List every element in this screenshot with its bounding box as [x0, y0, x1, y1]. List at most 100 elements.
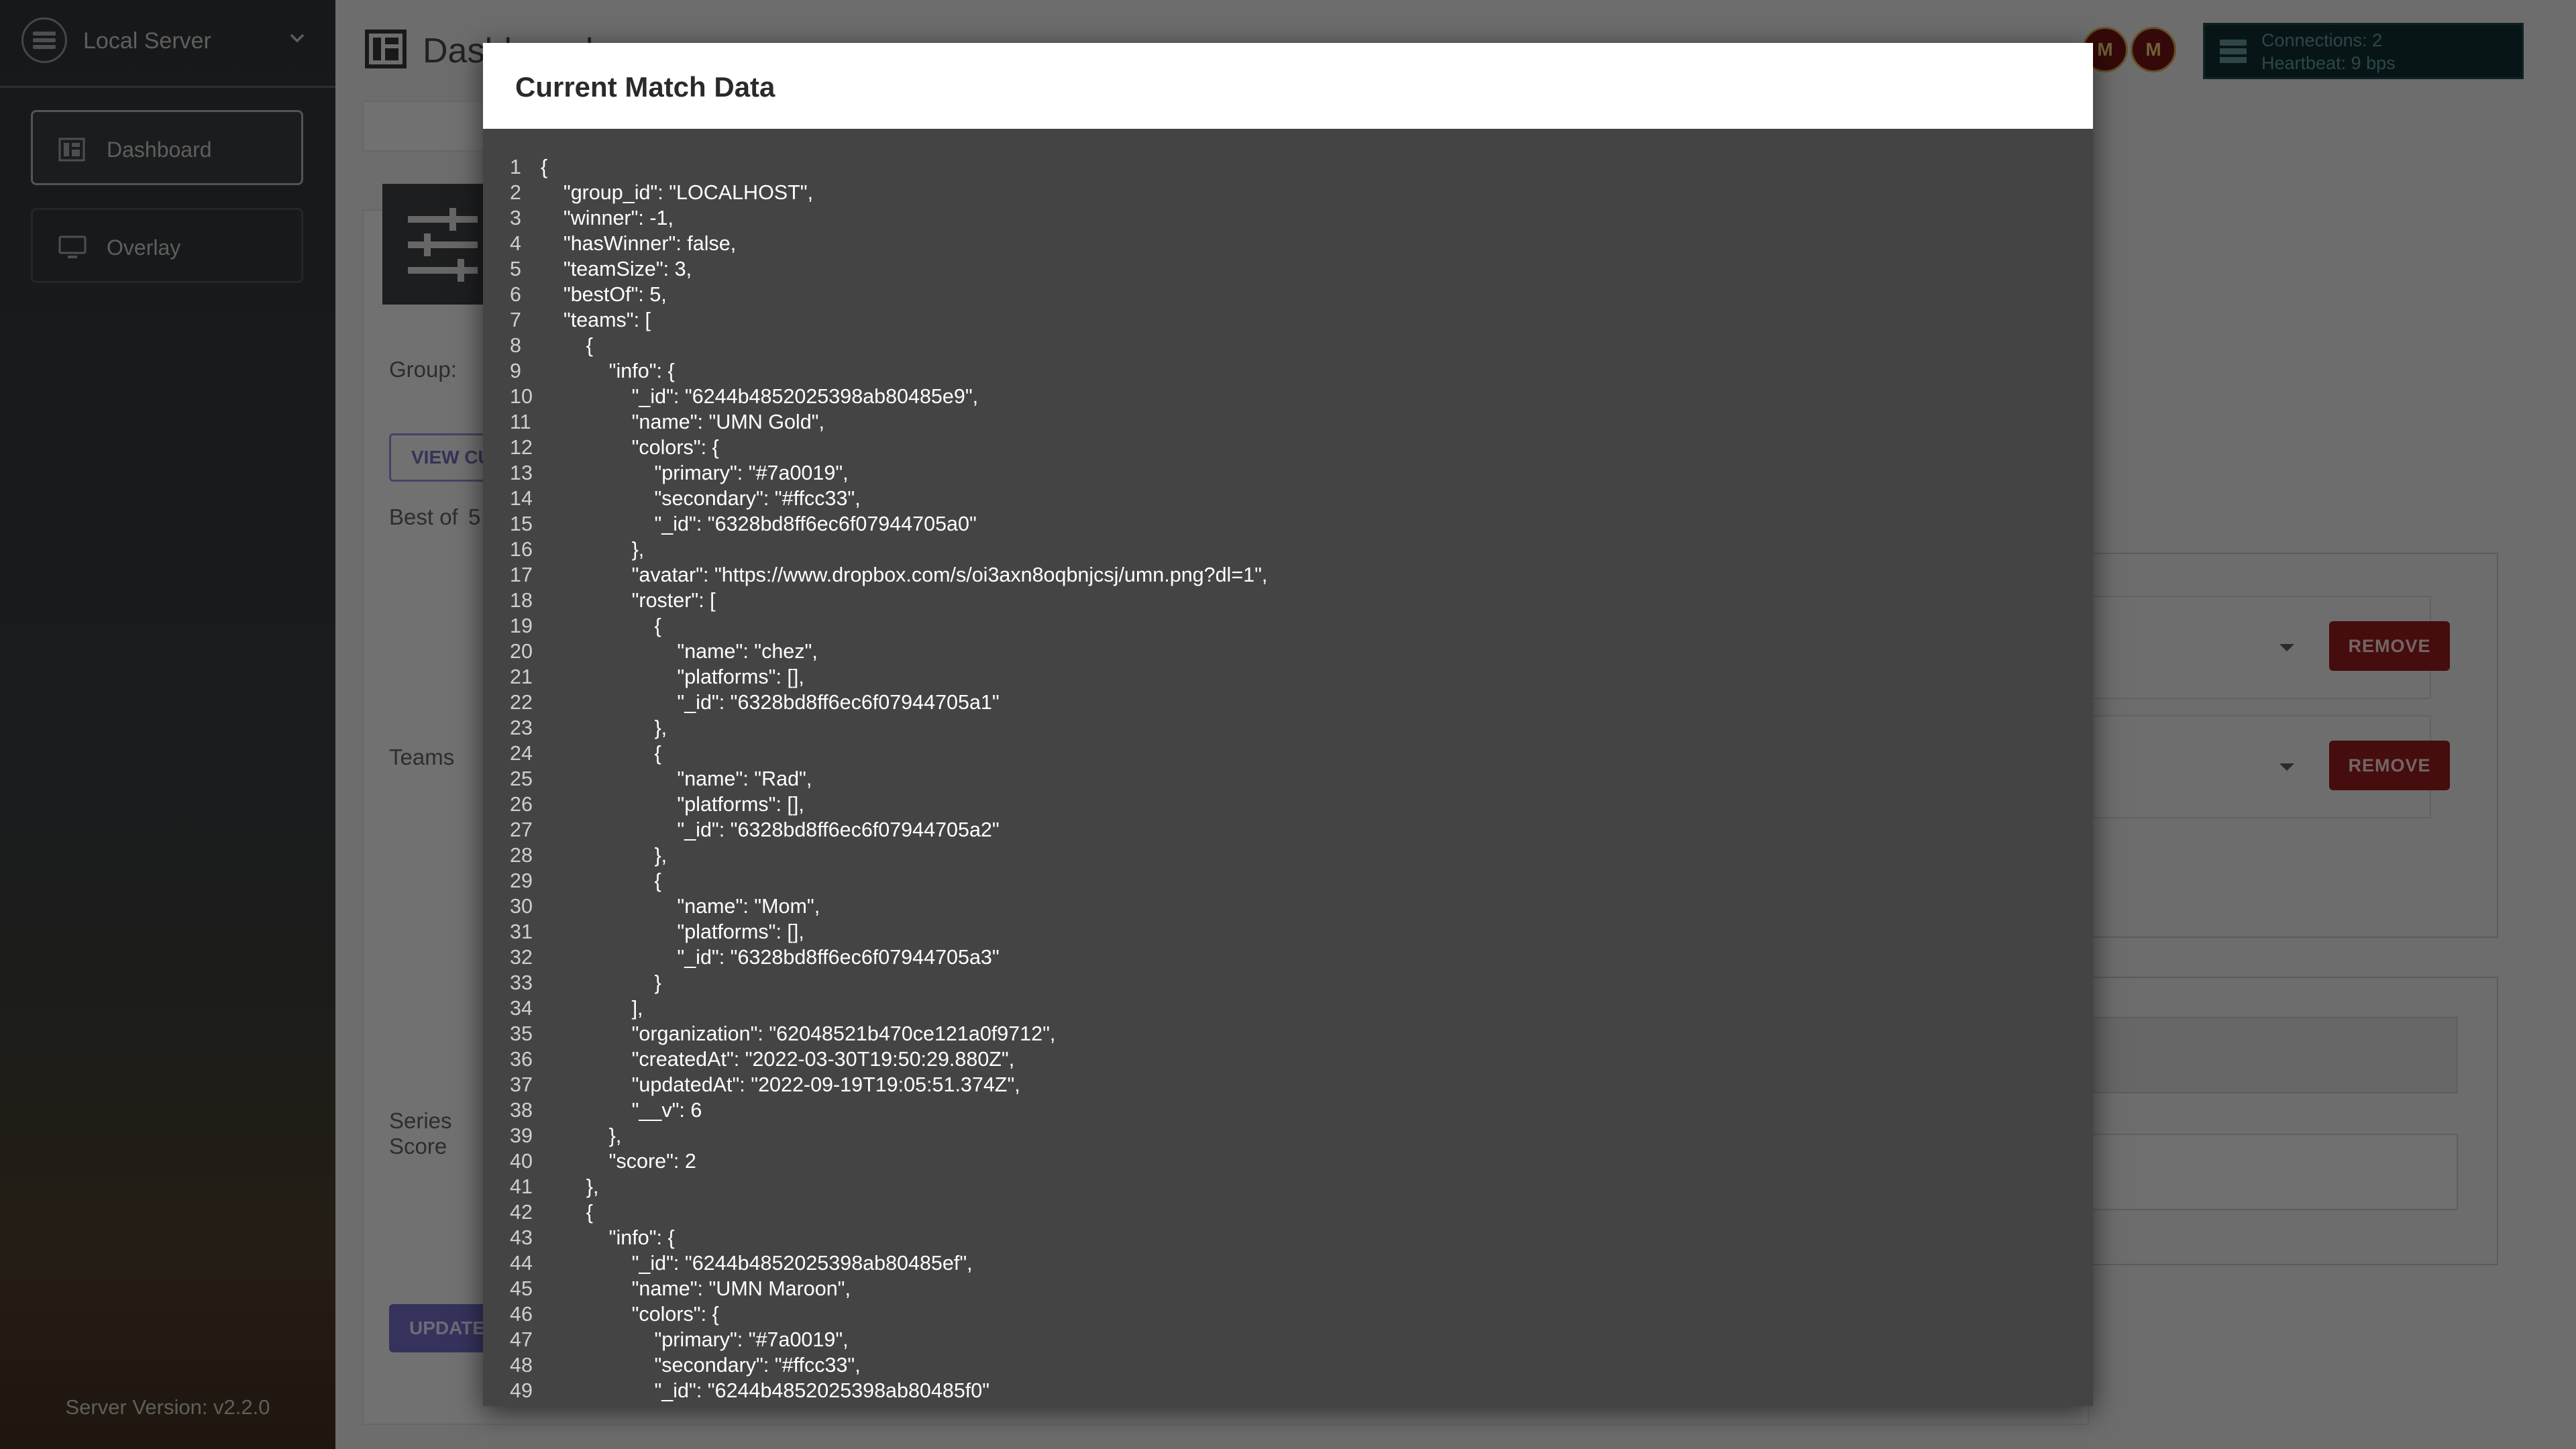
code-text: "_id": "6328bd8ff6ec6f07944705a1"	[541, 691, 1000, 714]
code-text: "primary": "#7a0019",	[541, 1328, 849, 1351]
code-line: 44 "_id": "6244b4852025398ab80485ef",	[483, 1250, 2093, 1276]
code-line: 11 "name": "UMN Gold",	[483, 409, 2093, 435]
line-number: 25	[510, 767, 533, 790]
code-line: 6 "bestOf": 5,	[483, 282, 2093, 307]
code-text: "createdAt": "2022-03-30T19:50:29.880Z",	[541, 1048, 1015, 1071]
code-line: 10 "_id": "6244b4852025398ab80485e9",	[483, 384, 2093, 409]
code-text: {	[541, 334, 593, 357]
code-line: 16 },	[483, 537, 2093, 562]
code-line: 24 {	[483, 741, 2093, 766]
code-text: {	[541, 869, 661, 892]
code-line: 17 "avatar": "https://www.dropbox.com/s/…	[483, 562, 2093, 588]
line-number: 35	[510, 1022, 533, 1045]
code-line: 42 {	[483, 1199, 2093, 1225]
code-line: 25 "name": "Rad",	[483, 766, 2093, 792]
code-line: 48 "secondary": "#ffcc33",	[483, 1352, 2093, 1378]
code-text: }	[541, 971, 661, 994]
line-number: 27	[510, 818, 533, 841]
code-line: 33 }	[483, 970, 2093, 996]
match-data-dialog: Current Match Data 1{2 "group_id": "LOCA…	[483, 43, 2093, 1406]
code-text: "platforms": [],	[541, 665, 804, 688]
code-line: 3 "winner": -1,	[483, 205, 2093, 231]
line-number: 14	[510, 487, 533, 510]
code-text: "teamSize": 3,	[541, 258, 692, 280]
code-line: 28 },	[483, 843, 2093, 868]
line-number: 5	[510, 258, 521, 280]
code-text: "_id": "6244b4852025398ab80485f0"	[541, 1379, 990, 1402]
code-line: 29 {	[483, 868, 2093, 894]
code-line: 5 "teamSize": 3,	[483, 256, 2093, 282]
code-text: },	[541, 716, 667, 739]
line-number: 6	[510, 283, 521, 306]
line-number: 7	[510, 309, 521, 331]
code-line: 14 "secondary": "#ffcc33",	[483, 486, 2093, 511]
line-number: 20	[510, 640, 533, 663]
line-number: 40	[510, 1150, 533, 1173]
code-text: "secondary": "#ffcc33",	[541, 487, 861, 510]
line-number: 24	[510, 742, 533, 765]
line-number: 30	[510, 895, 533, 918]
line-number: 26	[510, 793, 533, 816]
code-text: "colors": {	[541, 436, 719, 459]
code-text: "name": "UMN Gold",	[541, 411, 824, 433]
line-number: 42	[510, 1201, 533, 1224]
line-number: 8	[510, 334, 521, 357]
code-text: },	[541, 1124, 622, 1147]
code-text: "_id": "6244b4852025398ab80485ef",	[541, 1252, 973, 1275]
code-text: ],	[541, 997, 643, 1020]
code-text: "winner": -1,	[541, 207, 674, 229]
code-text: "organization": "62048521b470ce121a0f971…	[541, 1022, 1056, 1045]
code-line: 19 {	[483, 613, 2093, 639]
code-text: {	[541, 614, 661, 637]
code-line: 43 "info": {	[483, 1225, 2093, 1250]
line-number: 33	[510, 971, 533, 994]
line-number: 22	[510, 691, 533, 714]
line-number: 10	[510, 385, 533, 408]
code-text: "_id": "6328bd8ff6ec6f07944705a3"	[541, 946, 1000, 969]
line-number: 3	[510, 207, 521, 229]
code-text: "platforms": [],	[541, 920, 804, 943]
code-line: 2 "group_id": "LOCALHOST",	[483, 180, 2093, 205]
code-line: 12 "colors": {	[483, 435, 2093, 460]
code-line: 49 "_id": "6244b4852025398ab80485f0"	[483, 1378, 2093, 1403]
code-text: },	[541, 1175, 599, 1198]
code-text: "colors": {	[541, 1303, 719, 1326]
code-line: 39 },	[483, 1123, 2093, 1148]
code-text: {	[541, 742, 661, 765]
code-text: "group_id": "LOCALHOST",	[541, 181, 814, 204]
line-number: 23	[510, 716, 533, 739]
code-line: 21 "platforms": [],	[483, 664, 2093, 690]
line-number: 49	[510, 1379, 533, 1402]
code-line: 31 "platforms": [],	[483, 919, 2093, 945]
code-line: 13 "primary": "#7a0019",	[483, 460, 2093, 486]
dialog-title: Current Match Data	[515, 71, 775, 103]
code-line: 26 "platforms": [],	[483, 792, 2093, 817]
line-number: 19	[510, 614, 533, 637]
line-number: 21	[510, 665, 533, 688]
code-text: {	[541, 1201, 593, 1224]
line-number: 32	[510, 946, 533, 969]
code-line: 4 "hasWinner": false,	[483, 231, 2093, 256]
line-number: 29	[510, 869, 533, 892]
code-line: 34 ],	[483, 996, 2093, 1021]
line-number: 9	[510, 360, 521, 382]
json-viewer[interactable]: 1{2 "group_id": "LOCALHOST", 3 "winner": …	[483, 154, 2093, 1406]
line-number: 4	[510, 232, 521, 255]
code-text: "name": "Rad",	[541, 767, 812, 790]
line-number: 2	[510, 181, 521, 204]
code-line: 7 "teams": [	[483, 307, 2093, 333]
code-text: "score": 2	[541, 1150, 696, 1173]
code-line: 30 "name": "Mom",	[483, 894, 2093, 919]
code-text: "_id": "6244b4852025398ab80485e9",	[541, 385, 979, 408]
code-line: 35 "organization": "62048521b470ce121a0f…	[483, 1021, 2093, 1046]
code-text: "updatedAt": "2022-09-19T19:05:51.374Z",	[541, 1073, 1020, 1096]
line-number: 17	[510, 564, 533, 586]
code-line: 23 },	[483, 715, 2093, 741]
code-line: 38 "__v": 6	[483, 1097, 2093, 1123]
line-number: 46	[510, 1303, 533, 1326]
code-text: "name": "chez",	[541, 640, 818, 663]
code-line: 36 "createdAt": "2022-03-30T19:50:29.880…	[483, 1046, 2093, 1072]
line-number: 36	[510, 1048, 533, 1071]
line-number: 11	[510, 411, 531, 433]
line-number: 48	[510, 1354, 533, 1377]
